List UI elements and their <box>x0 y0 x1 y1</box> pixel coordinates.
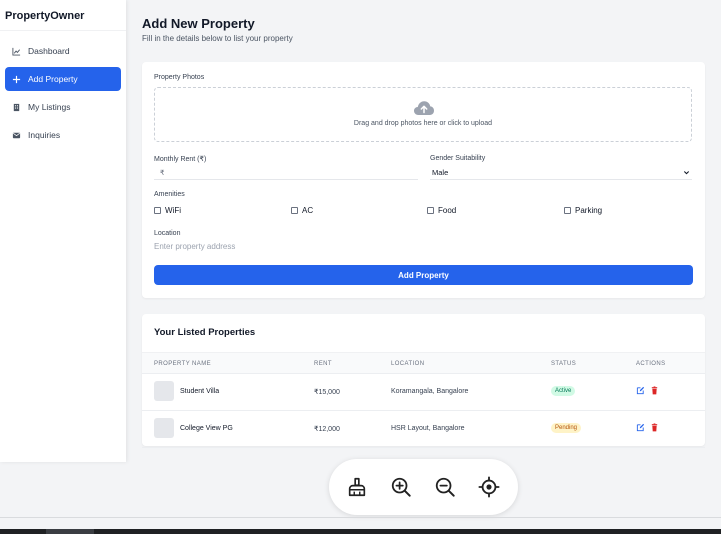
table-row: College View PG ₹12,000 HSR Layout, Bang… <box>142 411 705 448</box>
status-badge: Pending <box>551 423 582 433</box>
column-header: LOCATION <box>391 361 425 367</box>
plus-icon <box>11 74 21 84</box>
locate-icon <box>478 476 500 498</box>
dropzone-text: Drag and drop photos here or click to up… <box>353 120 493 127</box>
checkbox-box[interactable] <box>427 207 434 214</box>
location-input[interactable]: Enter property address <box>154 242 235 251</box>
amenity-ac-checkbox[interactable]: AC <box>291 206 313 215</box>
column-header: ACTIONS <box>636 361 666 367</box>
rupee-prefix: ₹ <box>160 170 165 177</box>
sidebar: PropertyOwner Dashboard Add Property My … <box>0 0 126 462</box>
property-thumbnail <box>154 418 174 438</box>
photo-dropzone[interactable]: Drag and drop photos here or click to up… <box>154 87 692 142</box>
property-location: Koramangala, Bangalore <box>391 388 469 395</box>
sidebar-item-dashboard[interactable]: Dashboard <box>5 39 121 63</box>
sidebar-item-add-property[interactable]: Add Property <box>5 67 121 91</box>
sidebar-item-label: Inquiries <box>28 130 61 140</box>
table-row: Student Villa ₹15,000 Koramangala, Banga… <box>142 374 705 411</box>
property-name: College View PG <box>180 425 233 432</box>
column-header: RENT <box>314 361 332 367</box>
gender-label: Gender Suitability <box>430 155 486 162</box>
property-rent: ₹12,000 <box>314 426 340 433</box>
property-rent: ₹15,000 <box>314 389 340 396</box>
rent-input[interactable]: ₹ <box>154 166 418 180</box>
amenity-label: WiFi <box>165 206 181 215</box>
page-title: Add New Property <box>142 16 255 31</box>
delete-icon[interactable] <box>650 423 659 432</box>
cloud-upload-icon <box>414 101 434 115</box>
sidebar-item-label: My Listings <box>28 102 71 112</box>
amenities-label: Amenities <box>154 191 185 198</box>
amenity-label: Parking <box>575 206 603 215</box>
gender-value: Male <box>432 168 449 177</box>
table-header: PROPERTY NAME RENT LOCATION STATUS ACTIO… <box>142 352 705 374</box>
property-name: Student Villa <box>180 388 220 395</box>
amenity-label: AC <box>302 206 314 215</box>
listings-card: Your Listed Properties PROPERTY NAME REN… <box>142 314 705 448</box>
gender-select[interactable]: Male <box>430 166 692 180</box>
amenity-wifi-checkbox[interactable]: WiFi <box>154 206 181 215</box>
sidebar-item-inquiries[interactable]: Inquiries <box>5 123 121 147</box>
listings-title: Your Listed Properties <box>154 327 256 338</box>
bottom-bar-tab[interactable] <box>46 529 94 534</box>
chevron-down-icon <box>683 171 690 175</box>
zoom-in-button[interactable] <box>389 475 413 499</box>
locate-button[interactable] <box>477 475 501 499</box>
checkbox-box[interactable] <box>154 207 161 214</box>
column-header: PROPERTY NAME <box>154 361 211 367</box>
page-subtitle: Fill in the details below to list your p… <box>142 34 293 43</box>
broom-icon <box>348 477 366 497</box>
amenity-label: Food <box>438 206 457 215</box>
add-property-button[interactable]: Add Property <box>154 265 693 285</box>
location-label: Location <box>154 230 181 237</box>
column-header: STATUS <box>551 361 577 367</box>
status-badge: Active <box>551 386 576 396</box>
zoom-out-button[interactable] <box>433 475 457 499</box>
floating-toolbar <box>329 459 518 515</box>
sidebar-item-my-listings[interactable]: My Listings <box>5 95 121 119</box>
photos-label: Property Photos <box>154 74 205 81</box>
checkbox-box[interactable] <box>291 207 298 214</box>
rent-label: Monthly Rent (₹) <box>154 156 207 163</box>
amenity-food-checkbox[interactable]: Food <box>427 206 456 215</box>
brand-title: PropertyOwner <box>0 0 126 31</box>
delete-icon[interactable] <box>650 386 659 395</box>
add-property-form: Property Photos Drag and drop photos her… <box>142 62 705 298</box>
chart-line-icon <box>11 46 21 56</box>
zoom-in-icon <box>391 477 411 497</box>
checkbox-box[interactable] <box>564 207 571 214</box>
building-icon <box>11 102 21 112</box>
clear-button[interactable] <box>345 475 369 499</box>
property-thumbnail <box>154 381 174 401</box>
amenity-parking-checkbox[interactable]: Parking <box>564 206 602 215</box>
edit-icon[interactable] <box>636 386 645 395</box>
sidebar-item-label: Add Property <box>28 74 78 84</box>
sidebar-item-label: Dashboard <box>28 46 70 56</box>
zoom-out-icon <box>435 477 455 497</box>
bottom-bar <box>0 529 721 534</box>
envelope-icon <box>11 130 21 140</box>
edit-icon[interactable] <box>636 423 645 432</box>
bottom-divider <box>0 517 721 518</box>
sidebar-nav: Dashboard Add Property My Listings Inqui… <box>0 31 126 147</box>
property-location: HSR Layout, Bangalore <box>391 425 465 432</box>
